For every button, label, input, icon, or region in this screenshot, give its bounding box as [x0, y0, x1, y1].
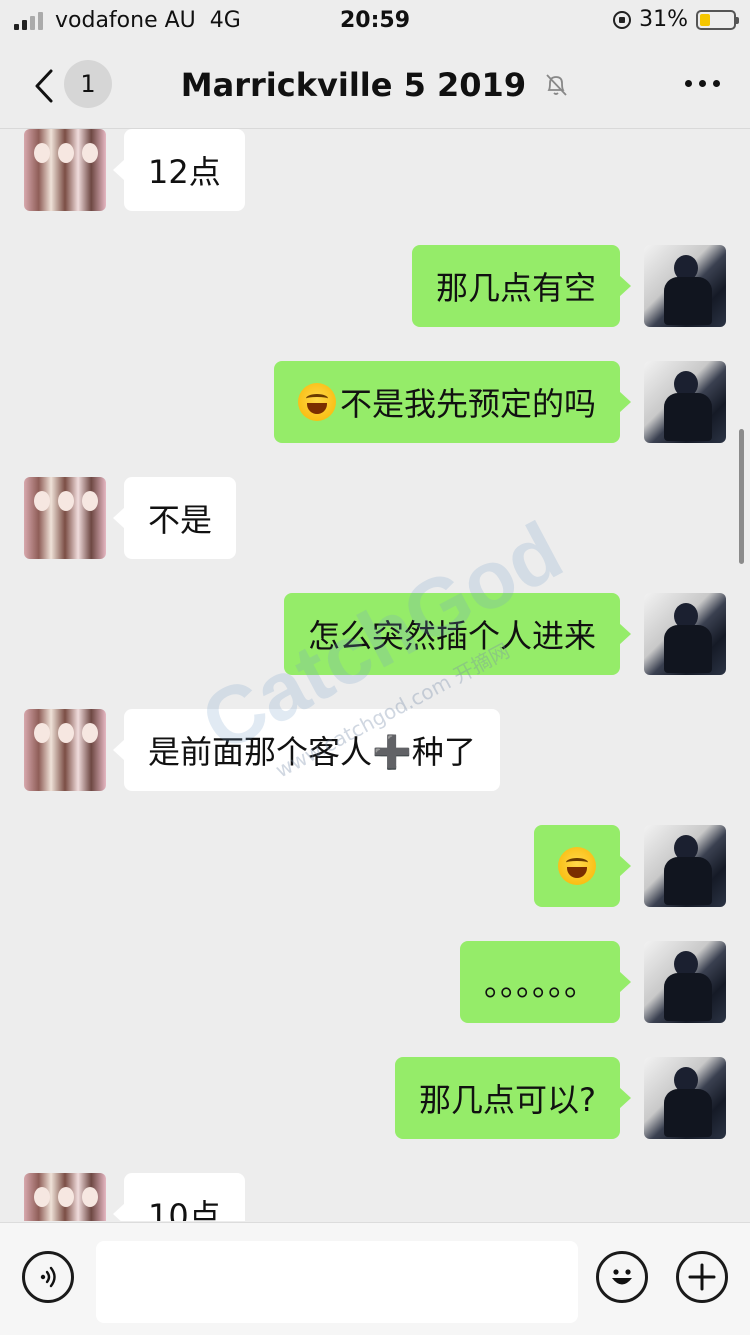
message-text: 12点	[148, 153, 221, 191]
message-input[interactable]	[96, 1241, 578, 1323]
message-text: 怎么突然插个人进来	[307, 617, 596, 655]
nav-bar: 1 Marrickville 5 2019	[0, 44, 750, 129]
contact-avatar[interactable]	[24, 129, 106, 211]
contact-avatar[interactable]	[24, 709, 106, 791]
laughing-crying-emoji-icon	[297, 383, 336, 421]
my-avatar[interactable]	[644, 941, 726, 1023]
message-text: 10点	[148, 1197, 221, 1221]
my-avatar[interactable]	[644, 361, 726, 443]
my-avatar[interactable]	[644, 593, 726, 675]
my-avatar[interactable]	[644, 245, 726, 327]
message-bubble[interactable]: 那几点可以?	[395, 1057, 631, 1139]
smile-icon[interactable]	[596, 1251, 648, 1303]
message-bubble[interactable]: 是前面那个客人➕种了	[113, 709, 500, 791]
more-dots-icon[interactable]	[685, 80, 720, 87]
message-bubble[interactable]: 10点	[113, 1173, 245, 1221]
input-bar	[0, 1222, 750, 1335]
chat-title-wrap: Marrickville 5 2019	[0, 66, 750, 106]
message-text: 不是	[148, 501, 213, 539]
message-row: 。。。。。。	[0, 941, 750, 1023]
message-row: 不是	[0, 477, 750, 559]
message-row: 是前面那个客人➕种了	[0, 709, 750, 791]
message-bubble[interactable]: 。。。。。。	[459, 941, 632, 1023]
message-bubble[interactable]	[534, 825, 631, 907]
message-bubble[interactable]: 那几点有空	[411, 245, 632, 327]
message-bubble[interactable]: 不是我先预定的吗	[273, 361, 632, 443]
battery-percent: 31%	[639, 7, 688, 32]
my-avatar[interactable]	[644, 1057, 726, 1139]
message-row	[0, 825, 750, 907]
message-text: 不是我先预定的吗	[339, 385, 596, 423]
battery-icon	[696, 9, 739, 30]
rotation-lock-icon	[613, 10, 632, 29]
status-bar: vodafone AU 4G 20:59 31%	[0, 0, 750, 44]
voice-icon[interactable]	[22, 1251, 74, 1303]
message-row: 那几点可以?	[0, 1057, 750, 1139]
message-row: 那几点有空	[0, 245, 750, 327]
message-list[interactable]: 12点 那几点有空 不是我先预定的吗 不是 怎么突然插个人进来 是前面那个客人➕…	[0, 129, 750, 1221]
contact-avatar[interactable]	[24, 1173, 106, 1221]
message-bubble[interactable]: 怎么突然插个人进来	[283, 593, 632, 675]
laughing-crying-emoji-icon	[558, 847, 596, 885]
message-text: 那几点有空	[435, 269, 596, 307]
message-bubble[interactable]: 不是	[112, 477, 237, 559]
message-text: 那几点可以?	[419, 1081, 596, 1119]
message-bubble[interactable]: 12点	[113, 129, 245, 211]
message-row: 10点	[0, 1173, 750, 1221]
message-row: 12点	[0, 129, 750, 211]
chat-title: Marrickville 5 2019	[180, 66, 527, 104]
status-right: 31%	[613, 7, 739, 32]
message-row: 怎么突然插个人进来	[0, 593, 750, 675]
plus-icon[interactable]	[676, 1251, 728, 1303]
message-row: 不是我先预定的吗	[0, 361, 750, 443]
my-avatar[interactable]	[644, 825, 726, 907]
bell-slash-icon	[543, 68, 569, 106]
message-text: 是前面那个客人➕种了	[148, 733, 476, 771]
contact-avatar[interactable]	[24, 477, 106, 559]
message-text: 。。。。。。	[483, 965, 596, 1003]
scrollbar[interactable]	[739, 429, 744, 564]
